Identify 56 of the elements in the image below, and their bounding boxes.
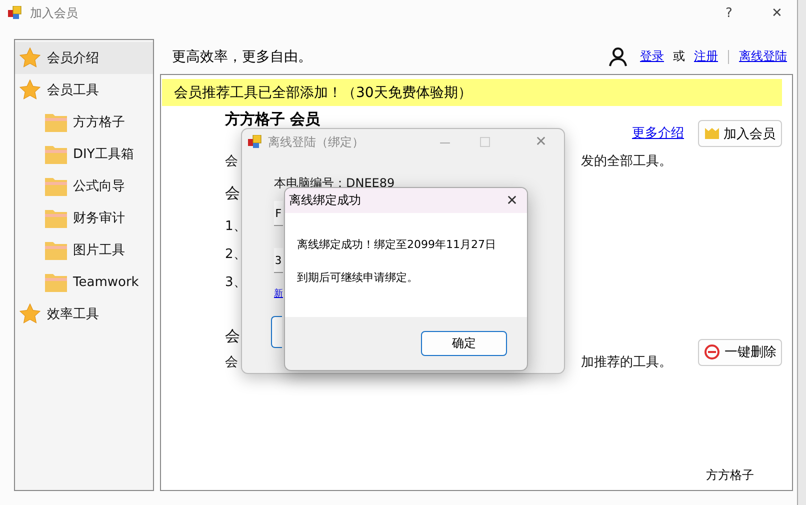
slogan: 更高效率，更多自由。 xyxy=(172,48,313,66)
delete-all-button[interactable]: 一键删除 xyxy=(698,338,782,366)
step-number: 1、 xyxy=(225,218,246,235)
footer-label: 方方格子 xyxy=(706,467,754,484)
section-heading: 方方格子 会员 xyxy=(225,111,320,127)
section-heading: 会 xyxy=(225,327,240,346)
folder-icon xyxy=(45,112,67,132)
close-button[interactable]: ✕ xyxy=(757,6,797,20)
sidebar-item[interactable]: DIY工具箱 xyxy=(15,138,153,170)
folder-icon xyxy=(45,176,67,196)
sidebar-item[interactable]: 效率工具 xyxy=(15,298,153,330)
user-icon xyxy=(608,46,628,66)
description-text: 会 xyxy=(225,153,238,170)
sidebar-item[interactable]: 会员工具 xyxy=(15,74,153,106)
step-number: 2、 xyxy=(225,246,246,263)
folder-icon xyxy=(45,208,67,228)
folder-icon xyxy=(45,240,67,260)
more-link[interactable]: 更多介绍 xyxy=(632,124,684,142)
sidebar-item[interactable]: Teamwork xyxy=(15,266,153,298)
app-icon xyxy=(248,135,262,149)
app-icon xyxy=(8,6,22,20)
minus-circle-icon xyxy=(704,344,720,360)
star-icon xyxy=(19,79,41,101)
register-link[interactable]: 注册 xyxy=(694,48,718,65)
login-link[interactable]: 登录 xyxy=(640,48,664,65)
message-text: 到期后可继续申请绑定。 xyxy=(297,270,419,285)
description-text: 加推荐的工具。 xyxy=(581,354,672,371)
message-title: 离线绑定成功 xyxy=(289,192,362,209)
step-number: 3、 xyxy=(225,274,246,291)
message-text: 离线绑定成功！绑定至2099年11月27日 xyxy=(297,237,497,252)
folder-icon xyxy=(45,272,67,292)
input-field[interactable]: 3 xyxy=(274,248,283,273)
description-text: 发的全部工具。 xyxy=(581,153,672,170)
sidebar-item[interactable]: 图片工具 xyxy=(15,234,153,266)
close-button[interactable]: ✕ xyxy=(497,192,527,208)
join-button[interactable]: 加入会员 xyxy=(698,120,782,147)
crown-icon xyxy=(704,128,718,139)
sidebar-item[interactable]: 会员介绍 xyxy=(15,42,153,74)
dialog-button[interactable] xyxy=(271,316,282,348)
ok-button[interactable]: 确定 xyxy=(421,331,507,356)
offline-login-link[interactable]: 离线登陆 xyxy=(739,48,787,65)
or-label: 或 xyxy=(673,48,685,65)
description-text: 会 xyxy=(225,354,238,371)
window-title: 加入会员 xyxy=(30,4,79,22)
sidebar-item[interactable]: 方方格子 xyxy=(15,106,153,138)
dialog-title: 离线登陆（绑定） xyxy=(268,134,365,150)
input-field[interactable]: F xyxy=(274,201,283,226)
help-button[interactable]: ? xyxy=(709,6,749,20)
sidebar-item[interactable]: 公式向导 xyxy=(15,170,153,202)
star-icon xyxy=(19,47,41,69)
folder-icon xyxy=(45,144,67,164)
sidebar-item[interactable]: 财务审计 xyxy=(15,202,153,234)
link[interactable]: 新 xyxy=(274,287,283,300)
section-heading: 会 xyxy=(225,184,240,202)
notice-banner: 会员推荐工具已全部添加！（30天免费体验期） xyxy=(162,79,782,106)
star-icon xyxy=(19,303,41,325)
